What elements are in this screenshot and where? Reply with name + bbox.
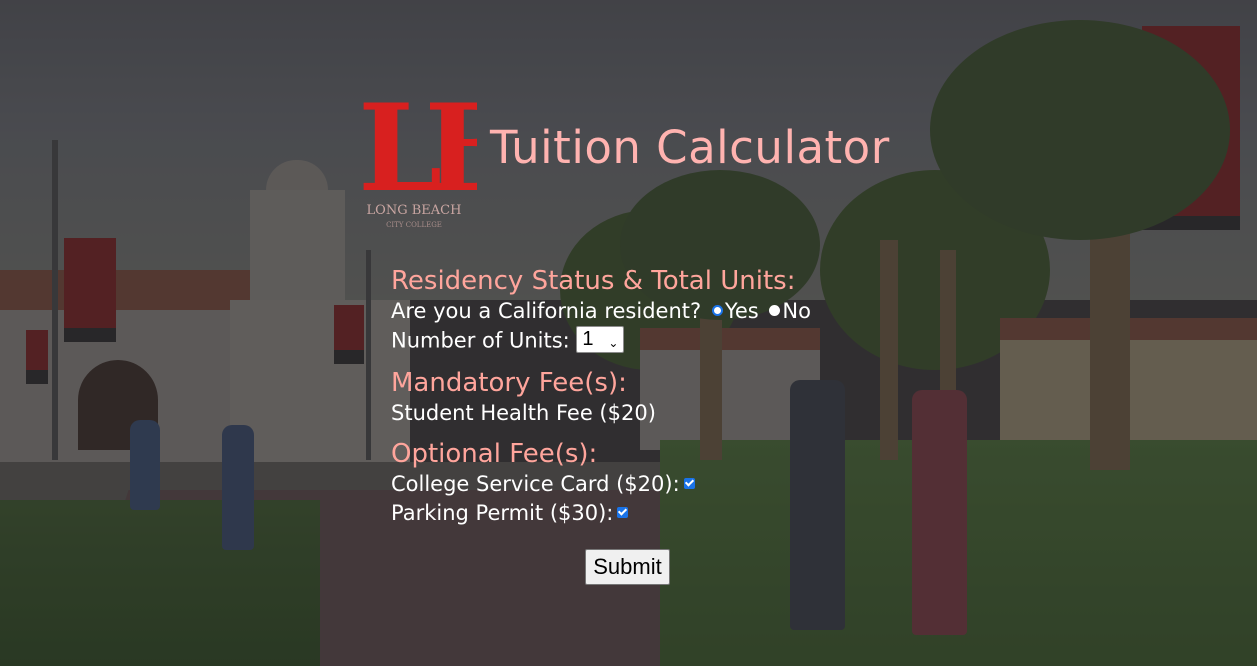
- page-title: Tuition Calculator: [490, 121, 890, 174]
- radio-yes[interactable]: [711, 305, 723, 316]
- radio-no[interactable]: [769, 305, 781, 316]
- submit-button[interactable]: Submit: [585, 549, 670, 585]
- radio-no-label[interactable]: No: [782, 299, 811, 323]
- parking-permit-checkbox[interactable]: [617, 507, 629, 518]
- parking-permit-label: Parking Permit ($30):: [391, 501, 614, 525]
- units-label: Number of Units:: [391, 328, 570, 353]
- residency-question-row: Are you a California resident? Yes No: [391, 297, 951, 326]
- residency-question: Are you a California resident?: [391, 299, 702, 323]
- college-service-card-checkbox[interactable]: [683, 478, 695, 489]
- units-select[interactable]: 1 ⌄: [576, 326, 625, 353]
- college-service-card-label: College Service Card ($20):: [391, 472, 680, 496]
- optional-fee-row: Parking Permit ($30):: [391, 499, 951, 528]
- logo-caption: LONG BEACH: [367, 203, 462, 218]
- logo-monogram: LB: [358, 78, 477, 219]
- long-beach-city-college-logo: LB LONG BEACH CITY COLLEGE: [358, 78, 477, 229]
- tuition-form: Residency Status & Total Units: Are you …: [391, 265, 951, 528]
- optional-fee-row: College Service Card ($20):: [391, 470, 951, 499]
- optional-heading: Optional Fee(s):: [391, 439, 598, 469]
- units-row: Number of Units: 1 ⌄: [391, 326, 951, 357]
- radio-yes-label[interactable]: Yes: [725, 299, 759, 323]
- mandatory-fee: Student Health Fee ($20): [391, 401, 656, 425]
- residency-heading: Residency Status & Total Units:: [391, 266, 796, 296]
- chevron-down-icon: ⌄: [608, 336, 619, 350]
- mandatory-heading: Mandatory Fee(s):: [391, 368, 627, 398]
- units-select-value: 1: [582, 328, 594, 350]
- logo-subcaption: CITY COLLEGE: [386, 221, 442, 229]
